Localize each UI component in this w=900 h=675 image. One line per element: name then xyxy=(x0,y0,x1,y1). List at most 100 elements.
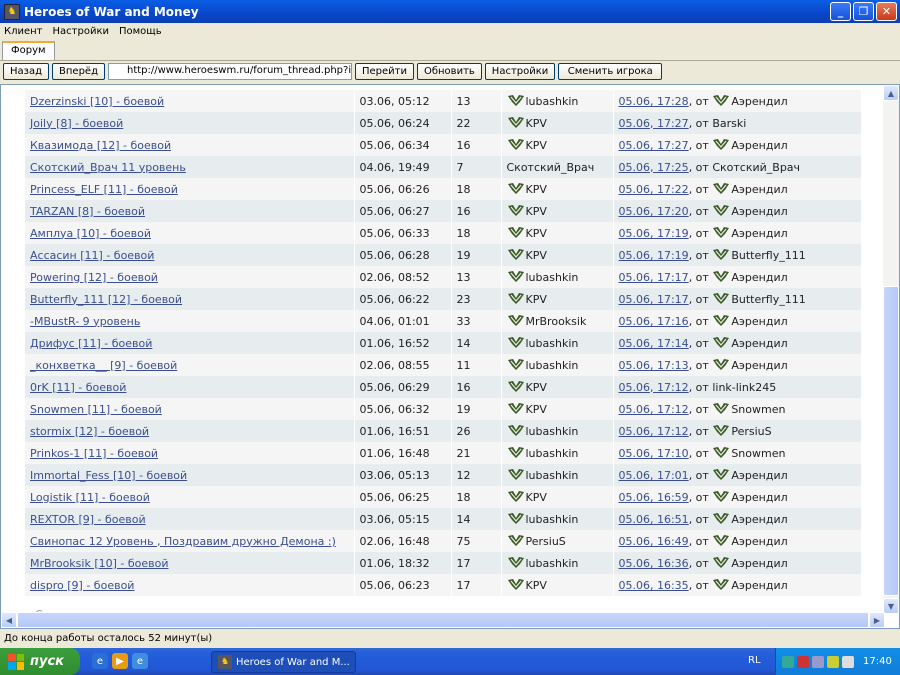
clan-emblem-icon[interactable] xyxy=(507,446,525,459)
last-post-time-link[interactable]: 05.06, 17:17 xyxy=(619,293,689,306)
clan-emblem-icon[interactable] xyxy=(507,292,525,305)
clan-emblem-icon[interactable] xyxy=(712,226,730,239)
clan-emblem-icon[interactable] xyxy=(507,138,525,151)
window-titlebar[interactable]: ♞ Heroes of War and Money _ ❐ ✕ xyxy=(0,0,900,23)
media-player-icon[interactable]: ▶ xyxy=(112,653,128,669)
last-post-time-link[interactable]: 05.06, 17:16 xyxy=(619,315,689,328)
clan-emblem-icon[interactable] xyxy=(507,556,525,569)
explorer-icon[interactable]: e xyxy=(132,653,148,669)
clan-emblem-icon[interactable] xyxy=(712,512,730,525)
thread-author[interactable]: KPV xyxy=(526,227,547,240)
language-indicator[interactable]: RL xyxy=(748,655,761,666)
last-post-time-link[interactable]: 05.06, 16:36 xyxy=(619,557,689,570)
clan-emblem-icon[interactable] xyxy=(507,490,525,503)
thread-title-link[interactable]: _конхветка__ [9] - боевой xyxy=(30,359,177,372)
clan-emblem-icon[interactable] xyxy=(712,556,730,569)
clan-emblem-icon[interactable] xyxy=(712,578,730,591)
last-post-author[interactable]: link-link245 xyxy=(712,381,776,394)
thread-author[interactable]: KPV xyxy=(526,293,547,306)
last-post-author[interactable]: Аэрендил xyxy=(731,359,787,372)
thread-title-link[interactable]: Dzerzinski [10] - боевой xyxy=(30,95,164,108)
thread-title-link[interactable]: TARZAN [8] - боевой xyxy=(30,205,145,218)
clan-emblem-icon[interactable] xyxy=(507,226,525,239)
clan-emblem-icon[interactable] xyxy=(712,358,730,371)
thread-author[interactable]: PersiuS xyxy=(526,535,566,548)
clan-emblem-icon[interactable] xyxy=(507,578,525,591)
clan-emblem-icon[interactable] xyxy=(712,94,730,107)
last-post-time-link[interactable]: 05.06, 17:27 xyxy=(619,139,689,152)
last-post-time-link[interactable]: 05.06, 16:35 xyxy=(619,579,689,592)
settings-button[interactable]: Настройки xyxy=(484,63,556,80)
clan-emblem-icon[interactable] xyxy=(507,512,525,525)
thread-title-link[interactable]: stormix [12] - боевой xyxy=(30,425,149,438)
thread-title-link[interactable]: Powering [12] - боевой xyxy=(30,271,158,284)
last-post-author[interactable]: Аэрендил xyxy=(731,139,787,152)
go-button[interactable]: Перейти xyxy=(354,63,414,80)
clan-emblem-icon[interactable] xyxy=(507,314,525,327)
thread-author[interactable]: KPV xyxy=(526,249,547,262)
last-post-time-link[interactable]: 05.06, 17:20 xyxy=(619,205,689,218)
clan-emblem-icon[interactable] xyxy=(507,336,525,349)
thread-author[interactable]: lubashkin xyxy=(526,359,579,372)
clan-emblem-icon[interactable] xyxy=(712,314,730,327)
thread-title-link[interactable]: Princess_ELF [11] - боевой xyxy=(30,183,178,196)
change-player-button[interactable]: Сменить игрока xyxy=(558,63,663,80)
last-post-author[interactable]: Аэрендил xyxy=(731,491,787,504)
url-field[interactable]: http://www.heroeswm.ru/forum_thread.php?… xyxy=(107,63,352,80)
clan-emblem-icon[interactable] xyxy=(507,534,525,547)
scroll-up-icon[interactable]: ▲ xyxy=(883,85,899,101)
thread-author[interactable]: MrBrooksik xyxy=(526,315,587,328)
last-post-time-link[interactable]: 05.06, 17:27 xyxy=(619,117,689,130)
thread-title-link[interactable]: Квазимода [12] - боевой xyxy=(30,139,171,152)
thread-title-link[interactable]: Амплуа [10] - боевой xyxy=(30,227,151,240)
clan-emblem-icon[interactable] xyxy=(712,182,730,195)
last-post-author[interactable]: Snowmen xyxy=(731,403,785,416)
thread-author[interactable]: KPV xyxy=(526,139,547,152)
thread-title-link[interactable]: MrBrooksik [10] - боевой xyxy=(30,557,169,570)
last-post-author[interactable]: Скотский_Врач xyxy=(712,161,800,174)
thread-author[interactable]: KPV xyxy=(526,205,547,218)
clan-emblem-icon[interactable] xyxy=(712,402,730,415)
thread-author[interactable]: KPV xyxy=(526,117,547,130)
tab-forum[interactable]: Форум xyxy=(2,41,55,60)
clan-emblem-icon[interactable] xyxy=(712,204,730,217)
clan-emblem-icon[interactable] xyxy=(507,424,525,437)
taskbar-item-heroes[interactable]: ♞ Heroes of War and M... xyxy=(211,651,356,673)
last-post-author[interactable]: Аэрендил xyxy=(731,95,787,108)
clan-emblem-icon[interactable] xyxy=(712,336,730,349)
refresh-button[interactable]: Обновить xyxy=(416,63,482,80)
clan-emblem-icon[interactable] xyxy=(712,534,730,547)
close-button[interactable]: ✕ xyxy=(876,2,897,21)
last-post-time-link[interactable]: 05.06, 16:49 xyxy=(619,535,689,548)
tray-app-icon[interactable] xyxy=(797,655,809,668)
thread-author[interactable]: KPV xyxy=(526,403,547,416)
clan-emblem-icon[interactable] xyxy=(712,424,730,437)
last-post-author[interactable]: Аэрендил xyxy=(731,535,787,548)
clan-emblem-icon[interactable] xyxy=(507,468,525,481)
thread-title-link[interactable]: Snowmen [11] - боевой xyxy=(30,403,162,416)
clan-emblem-icon[interactable] xyxy=(507,182,525,195)
tray-security-icon[interactable] xyxy=(842,655,854,668)
menu-help[interactable]: Помощь xyxy=(119,26,162,37)
menu-settings[interactable]: Настройки xyxy=(53,26,109,37)
last-post-author[interactable]: Аэрендил xyxy=(731,315,787,328)
thread-author[interactable]: KPV xyxy=(526,491,547,504)
last-post-author[interactable]: Snowmen xyxy=(731,447,785,460)
last-post-time-link[interactable]: 05.06, 17:12 xyxy=(619,381,689,394)
horizontal-scroll-thumb[interactable] xyxy=(17,612,869,628)
clan-emblem-icon[interactable] xyxy=(712,468,730,481)
last-post-author[interactable]: Аэрендил xyxy=(731,183,787,196)
clan-emblem-icon[interactable] xyxy=(712,292,730,305)
thread-title-link[interactable]: Свинопас 12 Уровень , Поздравим дружно Д… xyxy=(30,535,336,548)
thread-title-link[interactable]: Ассасин [11] - боевой xyxy=(30,249,154,262)
thread-author[interactable]: lubashkin xyxy=(526,469,579,482)
thread-author[interactable]: Скотский_Врач xyxy=(507,161,595,174)
thread-author[interactable]: lubashkin xyxy=(526,425,579,438)
thread-title-link[interactable]: dispro [9] - боевой xyxy=(30,579,134,592)
last-post-time-link[interactable]: 05.06, 16:59 xyxy=(619,491,689,504)
forward-button[interactable]: Вперёд xyxy=(52,63,105,80)
last-post-time-link[interactable]: 05.06, 17:17 xyxy=(619,271,689,284)
scroll-down-icon[interactable]: ▼ xyxy=(883,598,899,614)
last-post-author[interactable]: Аэрендил xyxy=(731,205,787,218)
clan-emblem-icon[interactable] xyxy=(712,490,730,503)
